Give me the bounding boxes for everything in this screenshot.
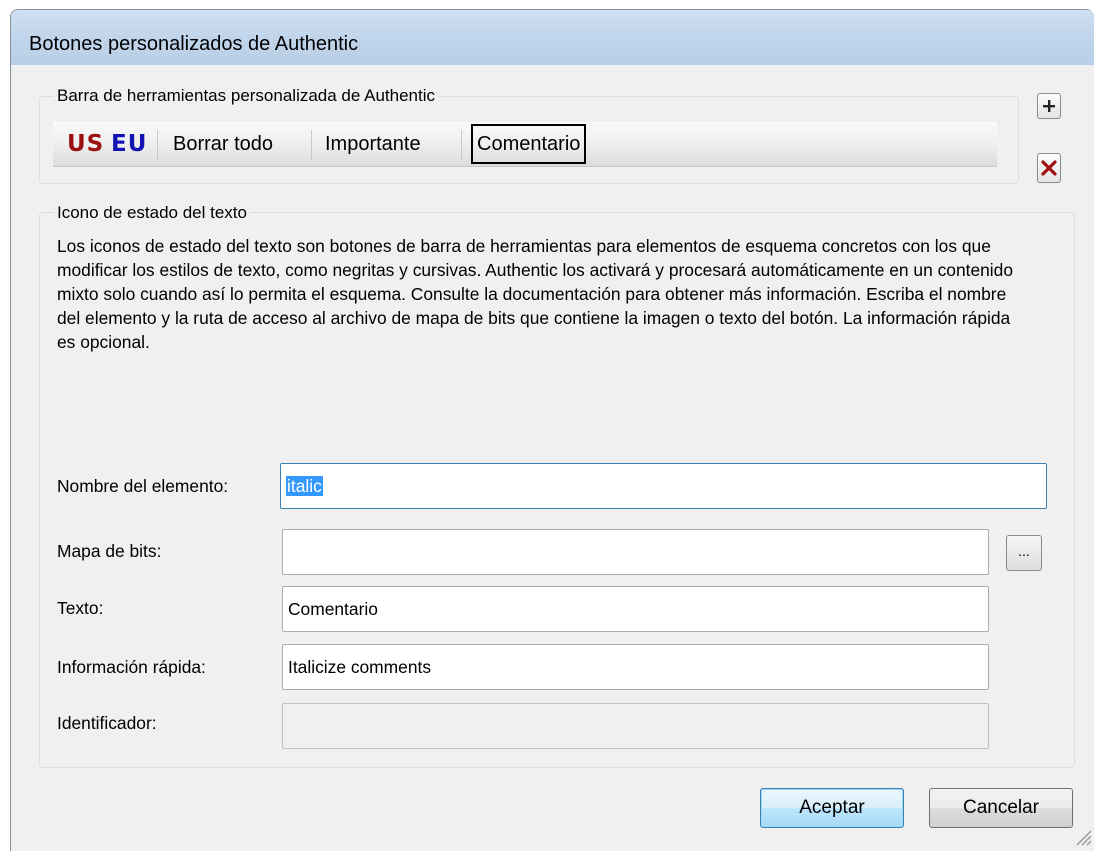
identifier-label: Identificador: [57,713,157,733]
bitmap-label: Mapa de bits: [57,541,162,561]
red-x-icon [1041,160,1057,176]
toolbar-separator [311,130,312,160]
add-button[interactable] [1037,93,1061,119]
toolbar-button-comentario[interactable]: Comentario [471,124,587,164]
text-label: Texto: [57,598,104,618]
tooltip-value: Italicize comments [288,657,432,677]
identifier-input [282,703,989,749]
element-name-label: Nombre del elemento: [57,476,229,496]
delete-button[interactable] [1037,153,1061,183]
toolbar-group-legend: Barra de herramientas personalizada de A… [54,86,439,106]
element-name-value: italic [286,476,323,496]
browse-button[interactable]: ... [1006,535,1042,571]
toolbar-button-borrar-todo[interactable]: Borrar todo [173,130,273,158]
text-input[interactable]: Comentario [282,586,989,632]
toolbar-button-us[interactable]: US [67,131,104,157]
description-text: Los iconos de estado del texto son boton… [57,236,1014,352]
bitmap-input[interactable] [282,529,989,575]
toolbar-separator [461,130,462,160]
title-bar[interactable]: Botones personalizados de Authentic [11,10,1094,65]
resize-grip-icon[interactable] [1071,825,1093,847]
text-value: Comentario [288,599,378,619]
tooltip-label: Información rápida: [57,657,206,677]
element-name-input[interactable]: italic [280,463,1047,509]
ok-button[interactable]: Aceptar [760,788,904,828]
toolbar-separator [157,130,158,160]
toolbar-button-eu[interactable]: EU [111,131,147,157]
cancel-button[interactable]: Cancelar [929,788,1073,828]
plus-icon [1043,100,1055,112]
tooltip-input[interactable]: Italicize comments [282,644,989,690]
window-title: Botones personalizados de Authentic [29,33,359,55]
toolbar-button-importante[interactable]: Importante [325,130,421,158]
status-group-legend: Icono de estado del texto [54,203,250,223]
